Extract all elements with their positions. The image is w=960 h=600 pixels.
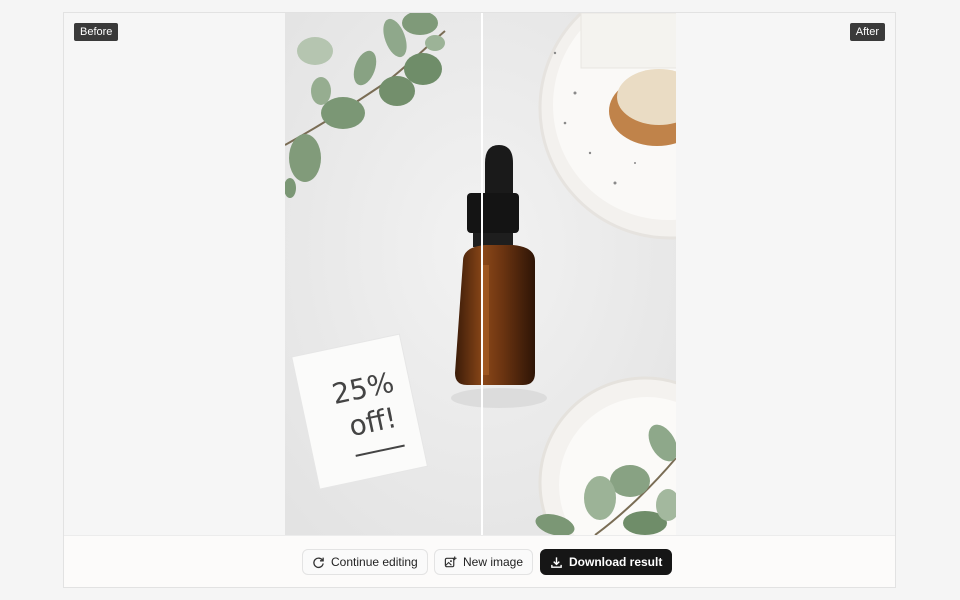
- comparison-card: Before After 25% off! Continue editing N…: [63, 12, 896, 588]
- comparison-stage: Before After 25% off!: [64, 13, 895, 535]
- download-result-label: Download result: [569, 555, 663, 569]
- after-label: After: [849, 23, 885, 41]
- new-image-button[interactable]: New image: [434, 549, 534, 575]
- before-label: Before: [74, 23, 119, 41]
- new-image-label: New image: [463, 555, 524, 569]
- continue-editing-button[interactable]: Continue editing: [302, 549, 428, 575]
- download-icon: [551, 556, 562, 568]
- refresh-icon: [313, 556, 324, 568]
- download-result-button[interactable]: Download result: [540, 549, 673, 575]
- continue-editing-label: Continue editing: [331, 555, 418, 569]
- action-toolbar: Continue editing New image Download resu…: [64, 535, 895, 587]
- image-plus-icon: [444, 555, 457, 567]
- compare-divider-handle[interactable]: [481, 13, 483, 535]
